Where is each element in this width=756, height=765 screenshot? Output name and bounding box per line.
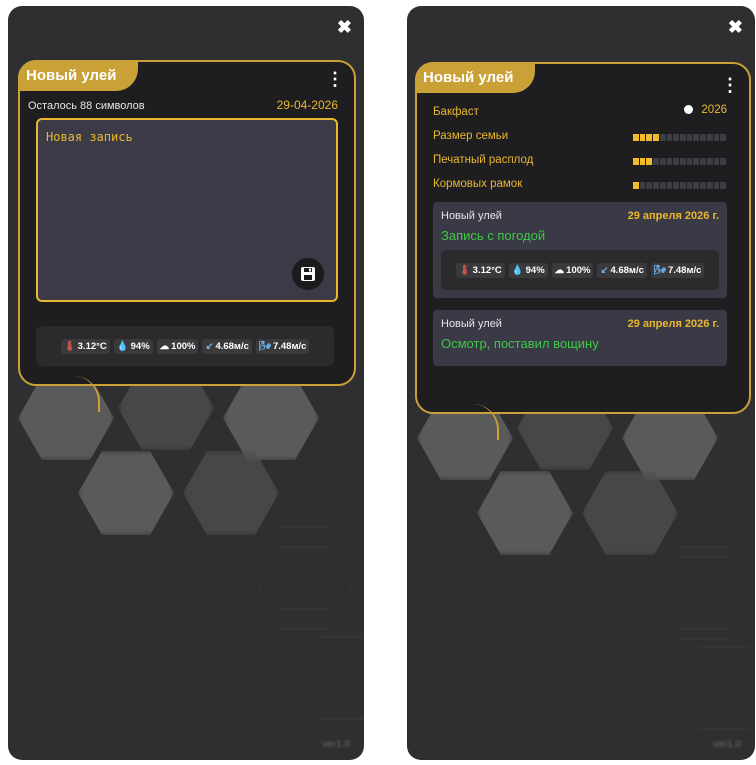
note-textarea[interactable]: Новая запись bbox=[36, 118, 338, 302]
level-segment bbox=[639, 158, 646, 165]
left-screen: ✖ Новый улей ⋮ Осталось 88 символов 29-0… bbox=[8, 6, 364, 760]
level-segment bbox=[713, 158, 720, 165]
feed-frames-label: Кормовых рамок bbox=[433, 178, 523, 190]
level-segment bbox=[720, 182, 727, 189]
level-segment bbox=[639, 134, 646, 141]
family-size-bar bbox=[633, 134, 727, 141]
hive-details-card: Новый улей ⋮ Бакфаст 2026 Размер семьи П… bbox=[415, 62, 751, 414]
date-label[interactable]: 29-04-2026 bbox=[277, 98, 338, 112]
level-segment bbox=[713, 134, 720, 141]
water-drop-icon: 💧 bbox=[511, 264, 524, 276]
clouds-chip: ☁ 100% bbox=[551, 262, 594, 278]
version-label: ver1.0 bbox=[322, 739, 350, 750]
gust-chip: 🌬 7.48м/с bbox=[255, 338, 310, 354]
chars-left-label: Осталось 88 символов bbox=[28, 100, 145, 112]
level-segment bbox=[686, 134, 693, 141]
floppy-disk-icon bbox=[301, 267, 315, 281]
more-menu-icon[interactable]: ⋮ bbox=[721, 76, 739, 94]
level-segment bbox=[680, 158, 686, 165]
right-screen: ✖ Новый улей ⋮ Бакфаст 2026 Размер семьи… bbox=[407, 6, 755, 760]
thermometer-icon: 🌡 bbox=[63, 340, 76, 352]
level-segment bbox=[680, 134, 686, 141]
entry-date: 29 апреля 2026 г. bbox=[627, 318, 719, 330]
level-segment bbox=[646, 134, 653, 141]
level-segment bbox=[653, 158, 659, 165]
level-segment bbox=[686, 182, 693, 189]
level-segment bbox=[639, 182, 646, 189]
wind-direction-icon: ↙ bbox=[205, 340, 214, 352]
level-segment bbox=[673, 134, 680, 141]
breed-label: Бакфаст bbox=[433, 106, 479, 118]
thermometer-icon: 🌡 bbox=[458, 264, 471, 276]
close-icon[interactable]: ✖ bbox=[728, 18, 743, 36]
weather-bar: 🌡 3.12°C 💧 94% ☁ 100% ↙ 4.68м/с 🌬 7.48м/с bbox=[441, 250, 719, 290]
save-button[interactable] bbox=[292, 258, 324, 290]
note-editor-card: Новый улей ⋮ Осталось 88 символов 29-04-… bbox=[18, 60, 356, 386]
entry-text: Осмотр, поставил вощину bbox=[441, 336, 599, 351]
temperature-chip: 🌡 3.12°C bbox=[60, 338, 110, 354]
wind-chip: ↙ 4.68м/с bbox=[597, 262, 647, 278]
level-segment bbox=[693, 134, 700, 141]
level-segment bbox=[646, 182, 653, 189]
level-segment bbox=[706, 158, 713, 165]
version-label: ver1.0 bbox=[713, 739, 741, 750]
journal-entry[interactable]: Новый улей 29 апреля 2026 г. Запись с по… bbox=[433, 202, 727, 298]
wind-gust-icon: 🌬 bbox=[258, 340, 271, 352]
family-size-label: Размер семьи bbox=[433, 130, 509, 142]
level-segment bbox=[673, 182, 680, 189]
level-segment bbox=[706, 134, 713, 141]
level-segment bbox=[693, 182, 700, 189]
level-segment bbox=[666, 182, 673, 189]
wind-direction-icon: ↙ bbox=[600, 264, 609, 276]
status-dot-icon bbox=[684, 105, 694, 115]
feed-frames-bar bbox=[633, 182, 727, 189]
level-segment bbox=[693, 158, 700, 165]
level-segment bbox=[700, 134, 706, 141]
level-segment bbox=[666, 158, 673, 165]
level-segment bbox=[653, 134, 659, 141]
level-segment bbox=[659, 134, 666, 141]
entry-date: 29 апреля 2026 г. bbox=[627, 210, 719, 222]
level-segment bbox=[700, 182, 706, 189]
level-segment bbox=[680, 182, 686, 189]
level-segment bbox=[653, 182, 659, 189]
wind-chip: ↙ 4.68м/с bbox=[202, 338, 252, 354]
journal-entry[interactable]: Новый улей 29 апреля 2026 г. Осмотр, пос… bbox=[433, 310, 727, 366]
weather-bar: 🌡 3.12°C 💧 94% ☁ 100% ↙ 4.68м/с 🌬 7.48м/с bbox=[36, 326, 334, 366]
level-segment bbox=[633, 182, 639, 189]
capped-brood-bar bbox=[633, 158, 727, 165]
more-menu-icon[interactable]: ⋮ bbox=[326, 70, 344, 88]
water-drop-icon: 💧 bbox=[116, 340, 129, 352]
level-segment bbox=[646, 158, 653, 165]
level-segment bbox=[659, 182, 666, 189]
clouds-chip: ☁ 100% bbox=[156, 338, 199, 354]
level-segment bbox=[633, 134, 639, 141]
cloud-icon: ☁ bbox=[554, 264, 565, 276]
close-icon[interactable]: ✖ bbox=[337, 18, 352, 36]
level-segment bbox=[666, 134, 673, 141]
cloud-icon: ☁ bbox=[159, 340, 170, 352]
temperature-chip: 🌡 3.12°C bbox=[455, 262, 505, 278]
capped-brood-label: Печатный расплод bbox=[433, 154, 534, 166]
level-segment bbox=[720, 158, 727, 165]
note-text-value: Новая запись bbox=[46, 130, 133, 144]
level-segment bbox=[673, 158, 680, 165]
level-segment bbox=[633, 158, 639, 165]
level-segment bbox=[706, 182, 713, 189]
level-segment bbox=[686, 158, 693, 165]
level-segment bbox=[713, 182, 720, 189]
level-segment bbox=[700, 158, 706, 165]
entry-hive-name: Новый улей bbox=[441, 210, 502, 222]
humidity-chip: 💧 94% bbox=[113, 338, 153, 354]
breed-year: 2026 bbox=[684, 104, 727, 116]
wind-gust-icon: 🌬 bbox=[653, 264, 666, 276]
entry-hive-name: Новый улей bbox=[441, 318, 502, 330]
hive-title-tag: Новый улей bbox=[415, 62, 536, 93]
gust-chip: 🌬 7.48м/с bbox=[650, 262, 705, 278]
humidity-chip: 💧 94% bbox=[508, 262, 548, 278]
level-segment bbox=[720, 134, 727, 141]
entry-text: Запись с погодой bbox=[441, 228, 546, 243]
hive-title-tag: Новый улей bbox=[18, 60, 139, 91]
level-segment bbox=[659, 158, 666, 165]
